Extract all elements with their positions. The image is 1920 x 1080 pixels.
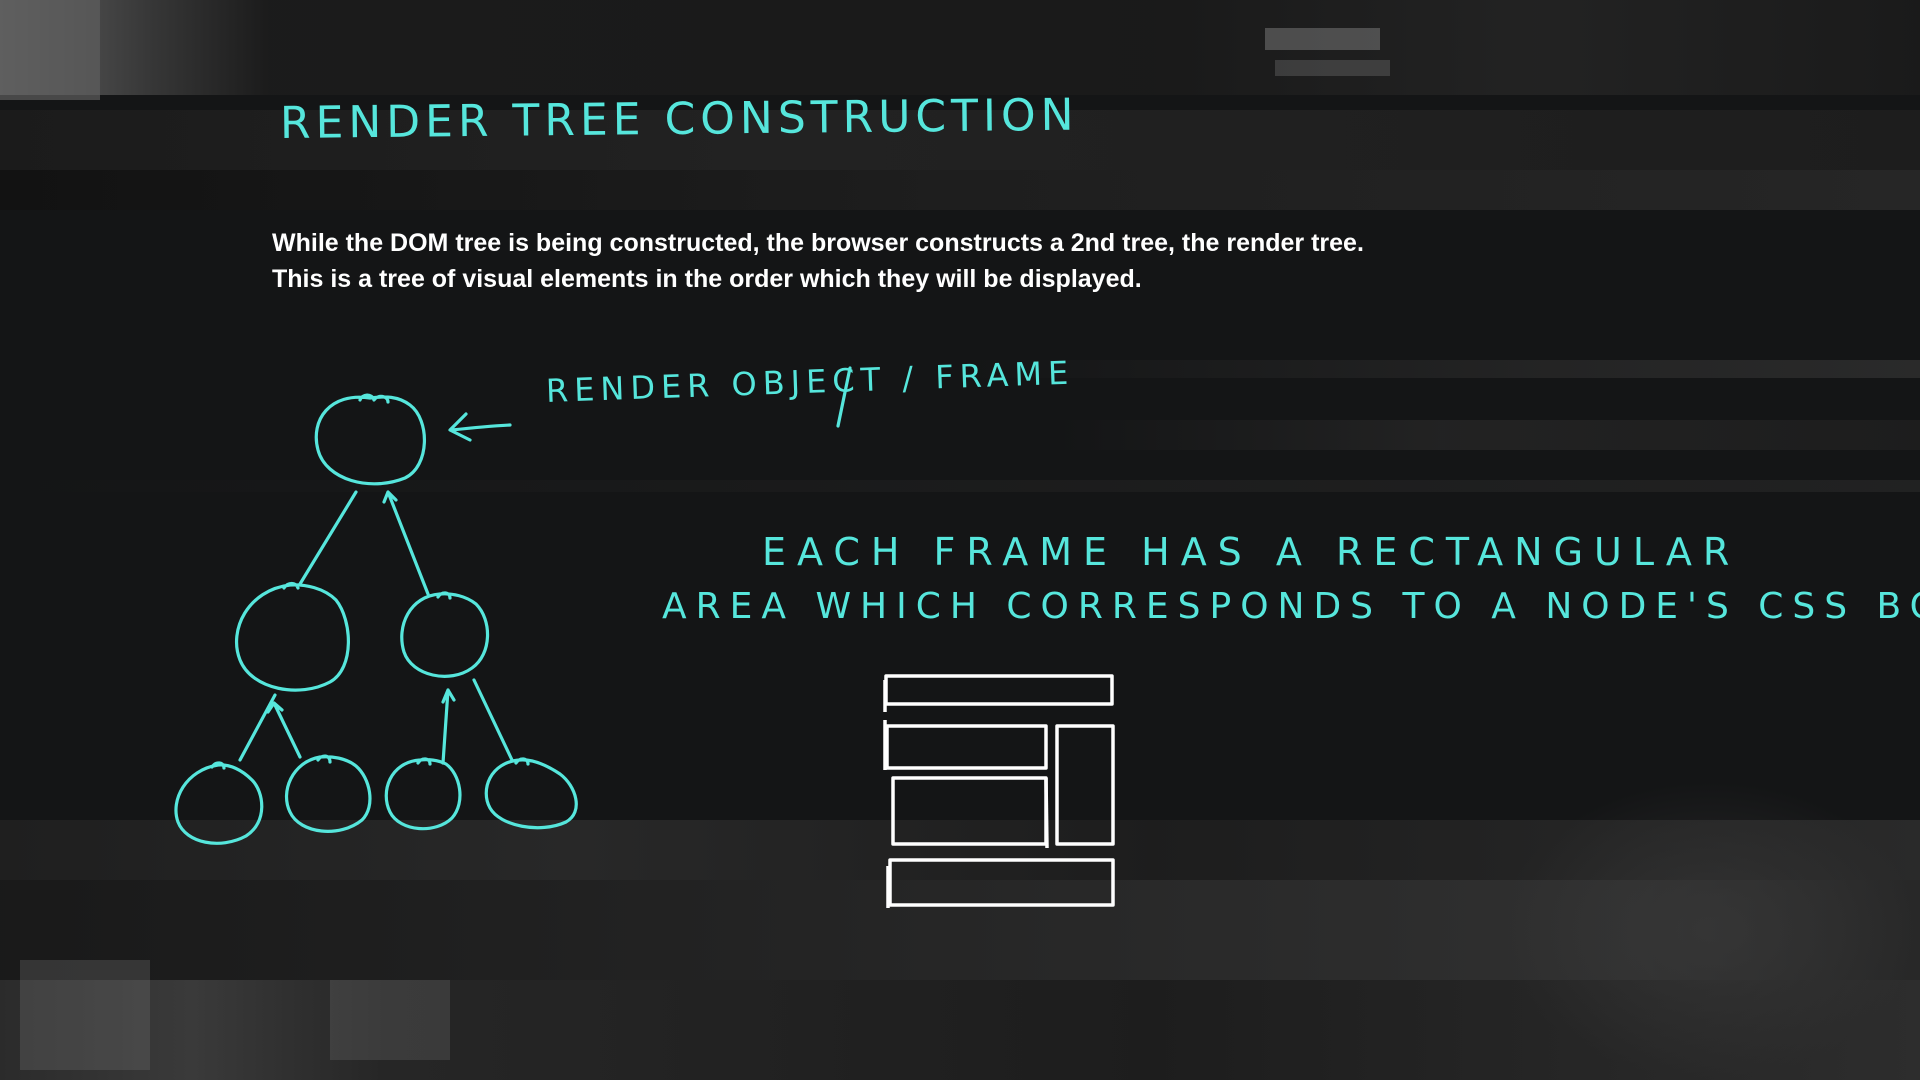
edge-root-left: [298, 490, 358, 586]
css-box-footer: [888, 858, 1115, 907]
frame-description-line-1: EACH FRAME HAS A RECTANGULAR: [762, 530, 1741, 574]
css-box-sidebar: [1055, 724, 1115, 846]
edge-left-a: [238, 693, 277, 762]
css-box-layout: [883, 674, 1115, 908]
leaf-node-2: [284, 754, 372, 833]
edge-root-right: [382, 490, 430, 596]
edge-right-b: [472, 678, 514, 762]
css-box-content-bottom: [891, 776, 1048, 846]
leaf-node-4: [484, 757, 578, 830]
leaf-node-3: [384, 757, 462, 831]
edge-right-a: [441, 688, 456, 765]
left-arrow-icon: [448, 412, 512, 442]
child-node-left: [234, 581, 350, 692]
root-node: [314, 393, 426, 486]
leaf-node-1: [174, 761, 264, 845]
css-box-content-top: [885, 724, 1048, 770]
css-box-header: [884, 674, 1114, 706]
child-node-right: [400, 591, 490, 678]
frame-description-line-2: AREA WHICH CORRESPONDS TO A NODE'S CSS B…: [662, 586, 1920, 627]
edge-left-b: [266, 701, 302, 759]
